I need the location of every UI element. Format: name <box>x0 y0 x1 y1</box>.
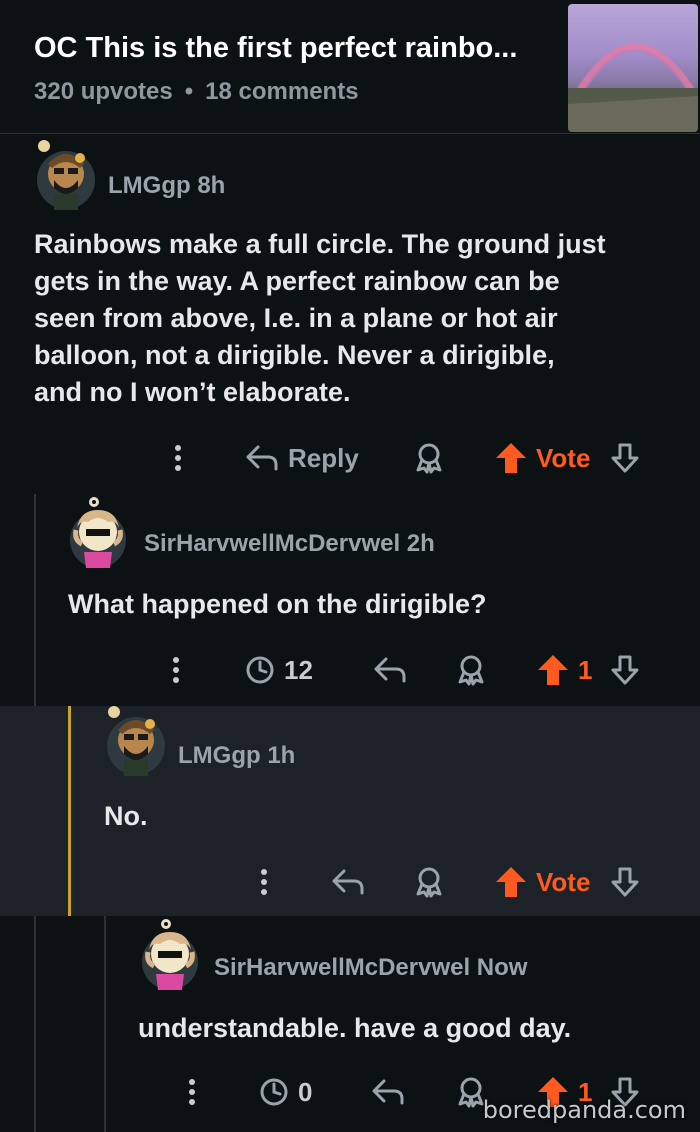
more-vertical-icon <box>175 445 181 471</box>
avatar[interactable] <box>138 916 198 990</box>
comment-age: Now <box>476 954 528 981</box>
comment-body: understandable. have a good day. <box>138 1013 572 1043</box>
award-icon <box>458 655 484 686</box>
body-line: Rainbows make a full circle. The ground … <box>34 229 606 259</box>
awards-received[interactable]: 0 <box>258 1072 312 1112</box>
comment-body: Rainbows make a full circle. The ground … <box>34 226 684 411</box>
award-count: 0 <box>298 1076 313 1107</box>
post-thumbnail[interactable] <box>568 4 698 132</box>
upvote-arrow-icon <box>538 655 568 685</box>
downvote-button[interactable] <box>610 862 640 902</box>
comment-author[interactable]: SirHarvwellMcDervwel Now <box>214 954 527 982</box>
upvote-button[interactable]: 1 <box>536 650 592 690</box>
reply-button[interactable] <box>370 1072 406 1112</box>
clock-award-icon <box>246 656 274 684</box>
meta-separator: • <box>184 78 194 105</box>
body-line: and no I won’t elaborate. <box>34 377 351 407</box>
body-line: seen from above, I.e. in a plane or hot … <box>34 303 558 333</box>
comment-age: 2h <box>406 530 435 557</box>
more-options-button[interactable] <box>168 438 188 478</box>
comment-author[interactable]: SirHarvwellMcDervwel 2h <box>144 530 435 558</box>
more-options-button[interactable] <box>182 1072 202 1112</box>
reply-button[interactable] <box>330 862 366 902</box>
comment-actions: 12 1 <box>0 650 700 690</box>
more-options-button[interactable] <box>166 650 186 690</box>
awards-received[interactable]: 12 <box>244 650 313 690</box>
downvote-button[interactable] <box>610 650 640 690</box>
author-name[interactable]: LMGgp <box>178 742 261 769</box>
more-vertical-icon <box>189 1079 195 1105</box>
avatar[interactable] <box>34 138 95 210</box>
avatar[interactable] <box>104 704 165 776</box>
upvote-arrow-icon <box>496 443 526 473</box>
reply-arrow-icon <box>246 445 278 471</box>
post-title[interactable]: OC This is the first perfect rainbo... <box>34 32 554 65</box>
upvote-button[interactable]: Vote <box>494 438 590 478</box>
comment-body: What happened on the dirigible? <box>68 589 487 619</box>
avatar-icon <box>70 497 126 568</box>
award-icon <box>416 867 442 898</box>
comment-body: No. <box>104 801 148 831</box>
body-line: gets in the way. A perfect rainbow can b… <box>34 266 560 296</box>
comment: SirHarvwellMcDervwel 2h What happened on… <box>0 494 700 706</box>
post-header[interactable]: OC This is the first perfect rainbo... 3… <box>0 0 700 134</box>
award-icon <box>416 443 442 474</box>
downvote-arrow-icon <box>611 867 639 897</box>
vote-label: Vote <box>536 866 591 897</box>
avatar-icon <box>107 706 165 776</box>
more-options-button[interactable] <box>254 862 274 902</box>
downvote-arrow-icon <box>611 655 639 685</box>
reply-label: Reply <box>288 442 359 473</box>
comment-author[interactable]: LMGgp 8h <box>108 172 225 200</box>
watermark: boredpanda.com <box>482 1096 686 1124</box>
downvote-arrow-icon <box>611 443 639 473</box>
author-name[interactable]: SirHarvwellMcDervwel <box>214 954 470 981</box>
comment: LMGgp 8h Rainbows make a full circle. Th… <box>0 134 700 494</box>
upvote-count: 320 upvotes <box>34 78 173 105</box>
downvote-button[interactable] <box>610 438 640 478</box>
reply-arrow-icon <box>332 869 364 895</box>
comment-actions: Vote <box>0 862 700 902</box>
upvote-button[interactable]: Vote <box>494 862 590 902</box>
comment-count: 18 comments <box>205 78 359 105</box>
more-vertical-icon <box>261 869 267 895</box>
vote-label: Vote <box>536 442 591 473</box>
reply-arrow-icon <box>372 1079 404 1105</box>
comment-age: 8h <box>197 172 226 199</box>
reply-button[interactable]: Reply <box>244 438 359 478</box>
more-vertical-icon <box>173 657 179 683</box>
author-name[interactable]: LMGgp <box>108 172 191 199</box>
reply-button[interactable] <box>372 650 408 690</box>
avatar[interactable] <box>66 494 126 568</box>
award-button[interactable] <box>454 650 488 690</box>
avatar-icon <box>142 919 198 990</box>
comment-actions: Reply Vote <box>0 438 700 478</box>
author-name[interactable]: SirHarvwellMcDervwel <box>144 530 400 557</box>
upvote-arrow-icon <box>496 867 526 897</box>
avatar-icon <box>37 140 95 210</box>
comment-author[interactable]: LMGgp 1h <box>178 742 295 770</box>
score: 1 <box>578 654 593 685</box>
award-count: 12 <box>284 654 313 685</box>
body-line: balloon, not a dirigible. Never a dirigi… <box>34 340 555 370</box>
comment-highlighted: LMGgp 1h No. Vote <box>0 706 700 916</box>
award-button[interactable] <box>412 438 446 478</box>
award-button[interactable] <box>412 862 446 902</box>
clock-award-icon <box>260 1078 288 1106</box>
reply-arrow-icon <box>374 657 406 683</box>
rainbow-image <box>568 43 698 132</box>
comment-age: 1h <box>267 742 296 769</box>
post-meta: 320 upvotes • 18 comments <box>34 78 359 106</box>
